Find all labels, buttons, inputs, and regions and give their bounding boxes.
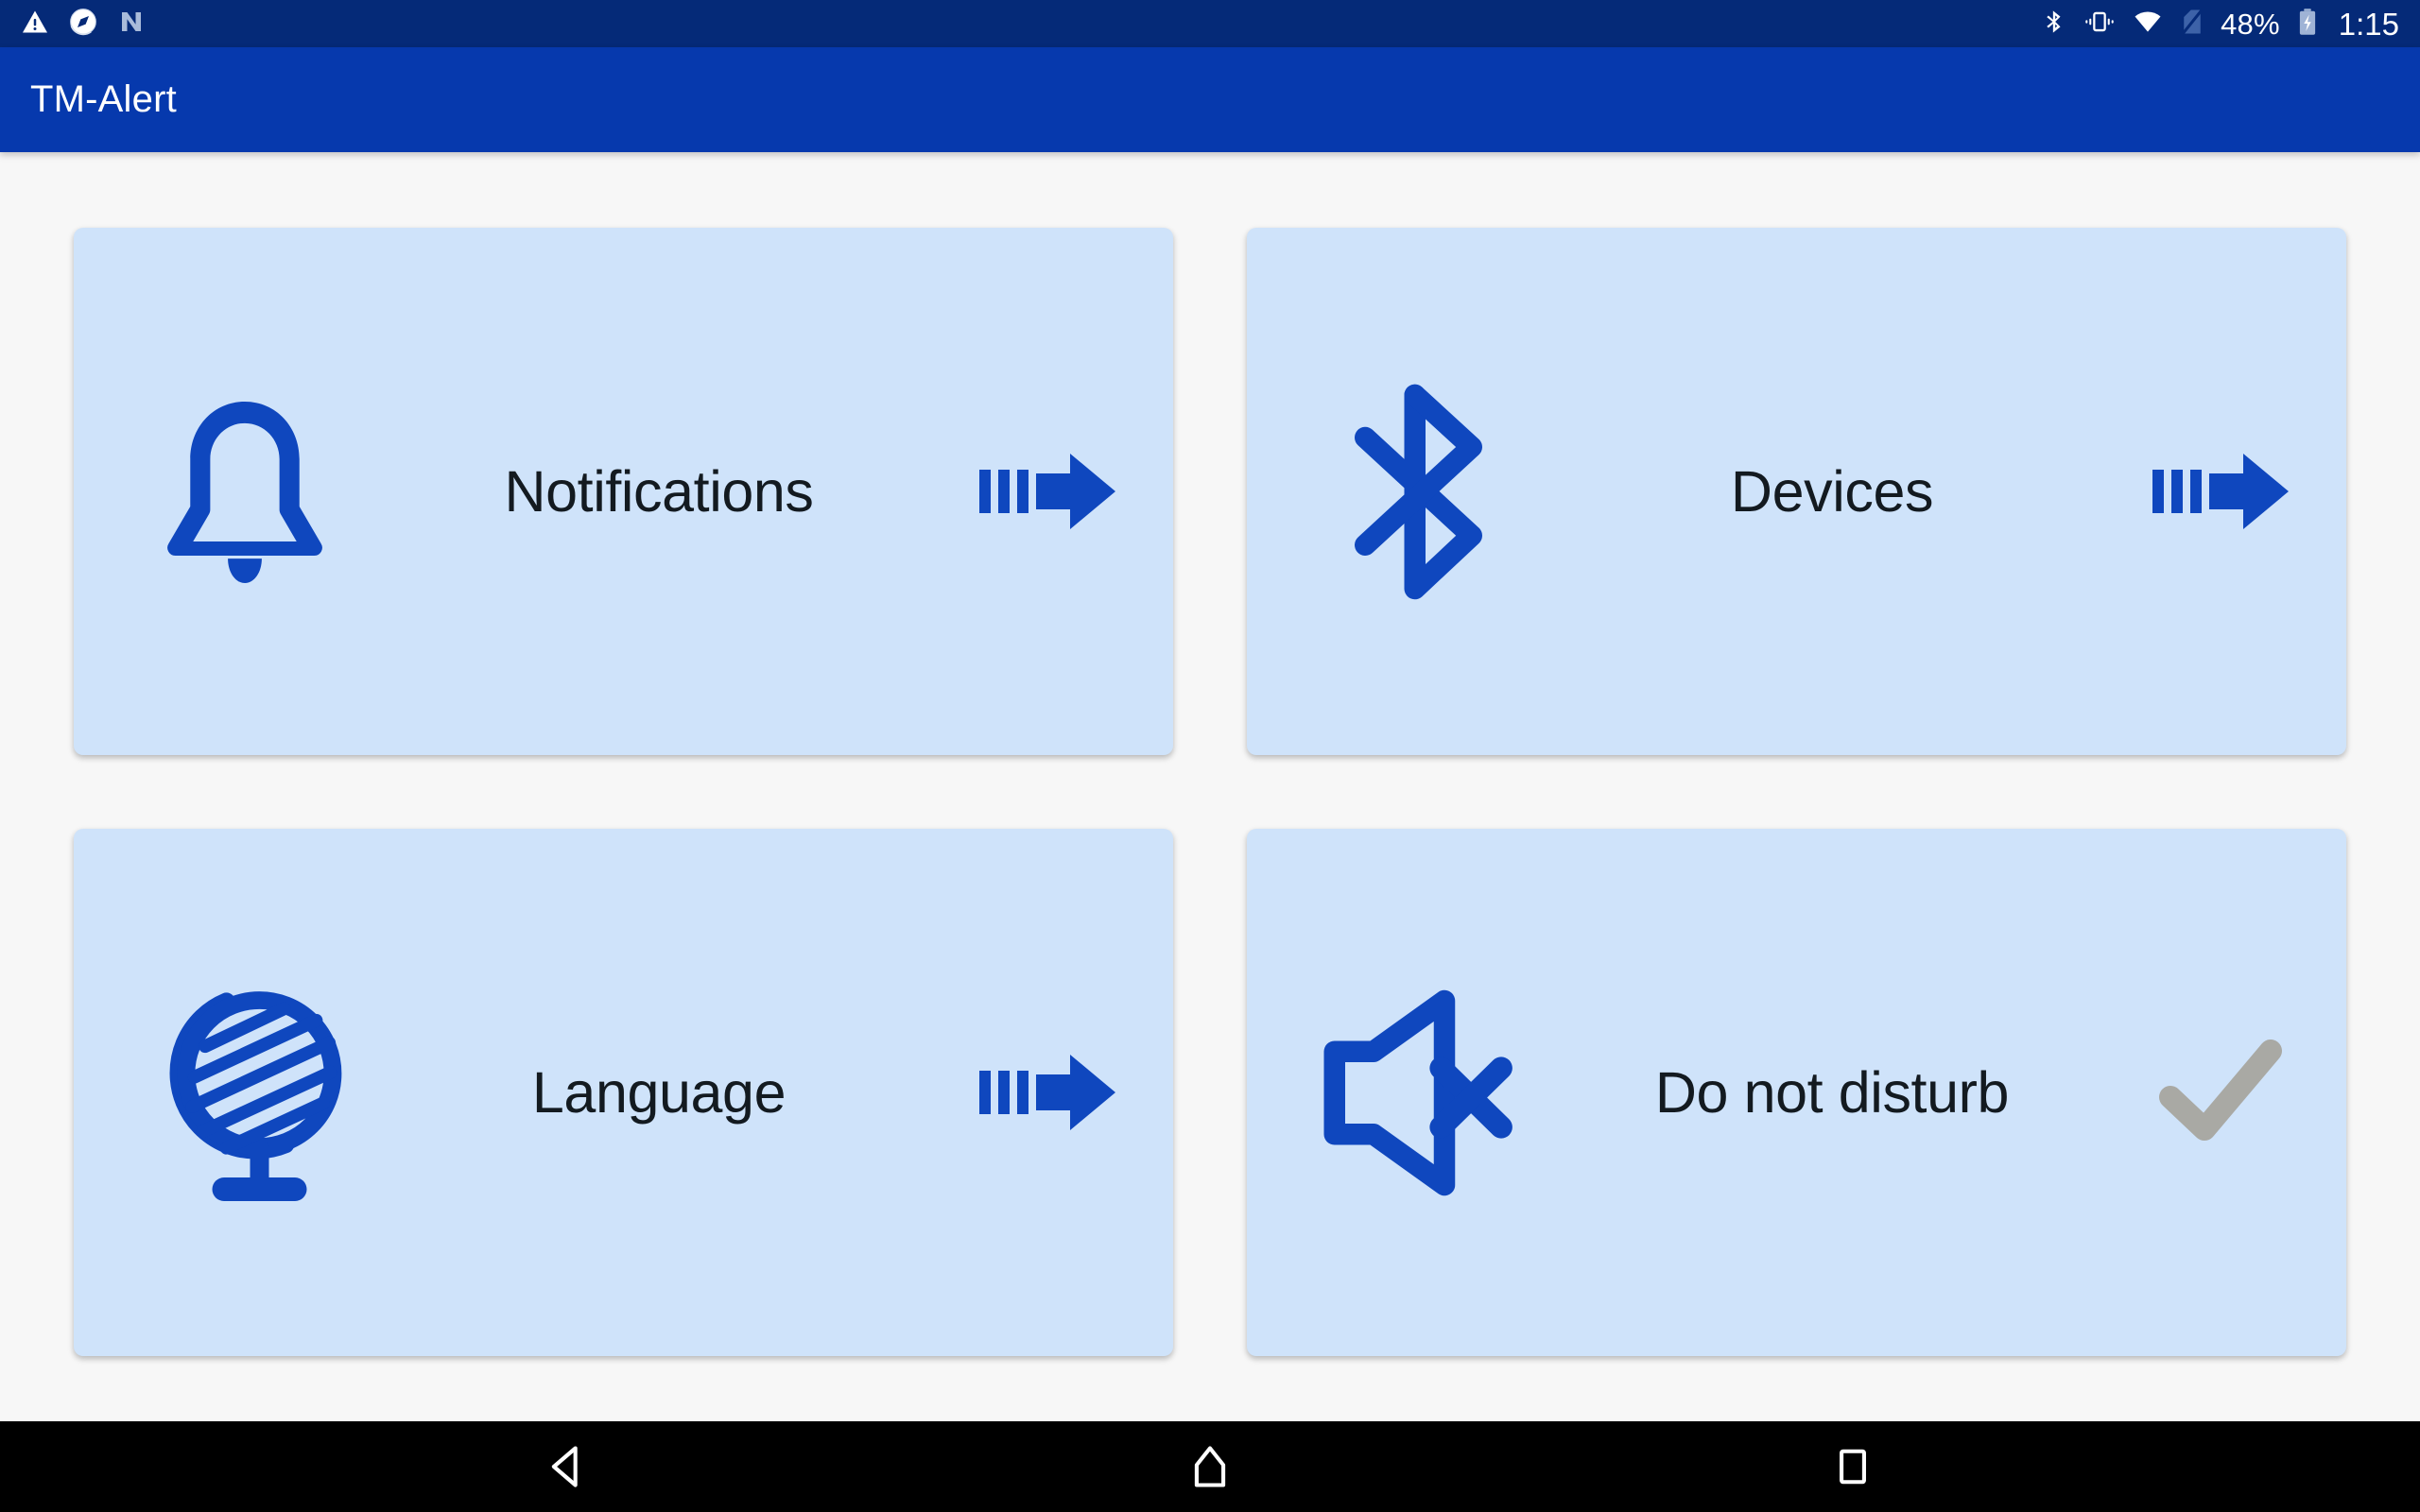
app-bar: TM-Alert — [0, 47, 2420, 152]
status-bar-clock: 1:15 — [2338, 6, 2399, 42]
status-bar: 48% 1:15 — [0, 0, 2420, 47]
device-screen: 48% 1:15 TM-Alert Notifications Devices … — [0, 0, 2420, 1512]
settings-grid: Notifications Devices Language Do not di… — [74, 228, 2346, 1356]
motion-arrow-right-icon[interactable] — [964, 1047, 1130, 1138]
motion-arrow-right-icon[interactable] — [964, 446, 1130, 537]
compass-globe-icon — [68, 7, 98, 42]
card-label-notifications: Notifications — [504, 459, 814, 524]
bluetooth-icon — [2041, 8, 2067, 41]
warning-triangle-icon — [21, 8, 49, 41]
wifi-icon — [2132, 8, 2164, 41]
nav-back-button[interactable] — [510, 1421, 624, 1512]
card-label-do-not-disturb: Do not disturb — [1654, 1060, 2010, 1125]
checkmark-icon[interactable] — [2137, 1040, 2303, 1145]
card-label-devices: Devices — [1730, 459, 1934, 524]
globe-icon — [136, 977, 354, 1209]
card-notifications[interactable]: Notifications — [74, 228, 1173, 755]
motion-arrow-right-icon[interactable] — [2137, 446, 2303, 537]
speaker-mute-icon — [1309, 977, 1527, 1209]
battery-charging-icon — [2296, 8, 2319, 41]
card-language[interactable]: Language — [74, 829, 1173, 1356]
nav-recents-button[interactable] — [1796, 1421, 1910, 1512]
battery-percent-label: 48% — [2221, 7, 2280, 41]
bluetooth-icon — [1309, 376, 1527, 608]
card-do-not-disturb[interactable]: Do not disturb — [1247, 829, 2346, 1356]
card-label-language: Language — [531, 1060, 786, 1125]
vibrate-icon — [2083, 8, 2116, 41]
card-devices[interactable]: Devices — [1247, 228, 2346, 755]
android-n-icon — [117, 8, 146, 41]
no-sim-icon — [2180, 8, 2204, 41]
status-bar-left-icons — [21, 7, 146, 42]
main-content: Notifications Devices Language Do not di… — [0, 152, 2420, 1421]
status-bar-right-icons: 48% 1:15 — [2041, 8, 2399, 41]
bell-icon — [136, 376, 354, 608]
android-nav-bar — [0, 1421, 2420, 1512]
nav-home-button[interactable] — [1153, 1421, 1267, 1512]
app-title: TM-Alert — [30, 78, 177, 120]
